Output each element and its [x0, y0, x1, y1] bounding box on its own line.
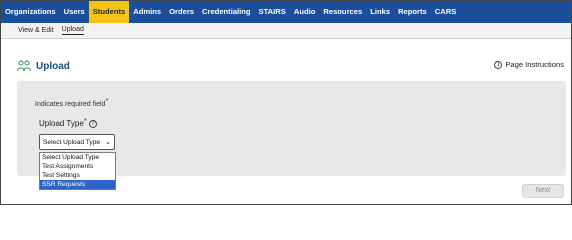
nav-organizations[interactable]: Organizations — [1, 1, 60, 23]
upload-type-required-asterisk: * — [83, 117, 87, 126]
sub-navigation: View & Edit Upload — [1, 23, 571, 39]
nav-users[interactable]: Users — [60, 1, 89, 23]
option-test-settings[interactable]: Test Settings — [40, 171, 115, 180]
nav-orders[interactable]: Orders — [165, 1, 198, 23]
help-icon[interactable]: ? — [88, 119, 97, 128]
subnav-upload[interactable]: Upload — [61, 26, 84, 35]
nav-links[interactable]: Links — [366, 1, 394, 23]
page-instructions-link[interactable]: i Page Instructions — [494, 60, 564, 69]
subnav-view-edit[interactable]: View & Edit — [18, 27, 54, 35]
option-select-upload-type[interactable]: Select Upload Type — [40, 153, 115, 162]
upload-type-label-text: Upload Type — [39, 119, 84, 128]
chevron-down-icon: ⌄ — [105, 138, 111, 146]
option-test-assignments[interactable]: Test Assignments — [40, 162, 115, 171]
nav-resources[interactable]: Resources — [319, 1, 366, 23]
nav-audio[interactable]: Audio — [290, 1, 320, 23]
nav-students[interactable]: Students — [88, 1, 130, 23]
upload-type-selected-value: Select Upload Type — [43, 138, 101, 146]
upload-type-select[interactable]: Select Upload Type ⌄ — [39, 134, 115, 150]
users-icon — [17, 60, 31, 72]
option-ssr-requests[interactable]: SSR Requests — [40, 180, 115, 189]
nav-reports[interactable]: Reports — [394, 1, 431, 23]
top-navigation: Organizations Users Students Admins Orde… — [1, 1, 571, 23]
upload-type-label: Upload Type * ? — [39, 117, 97, 128]
required-field-note: Indicates required field* — [35, 97, 109, 108]
nav-admins[interactable]: Admins — [129, 1, 165, 23]
page-header: Upload — [17, 59, 70, 73]
info-icon: i — [494, 60, 503, 69]
next-button[interactable]: Next — [522, 184, 564, 198]
nav-stairs[interactable]: STAIRS — [255, 1, 290, 23]
nav-credentialing[interactable]: Credentialing — [198, 1, 255, 23]
upload-type-options-list: Select Upload Type Test Assignments Test… — [39, 152, 116, 190]
page-instructions-label: Page Instructions — [505, 60, 564, 69]
page-title: Upload — [36, 60, 70, 72]
nav-cars[interactable]: CARS — [431, 1, 461, 23]
required-note-text: Indicates required field — [35, 101, 106, 108]
required-asterisk: * — [105, 97, 109, 106]
